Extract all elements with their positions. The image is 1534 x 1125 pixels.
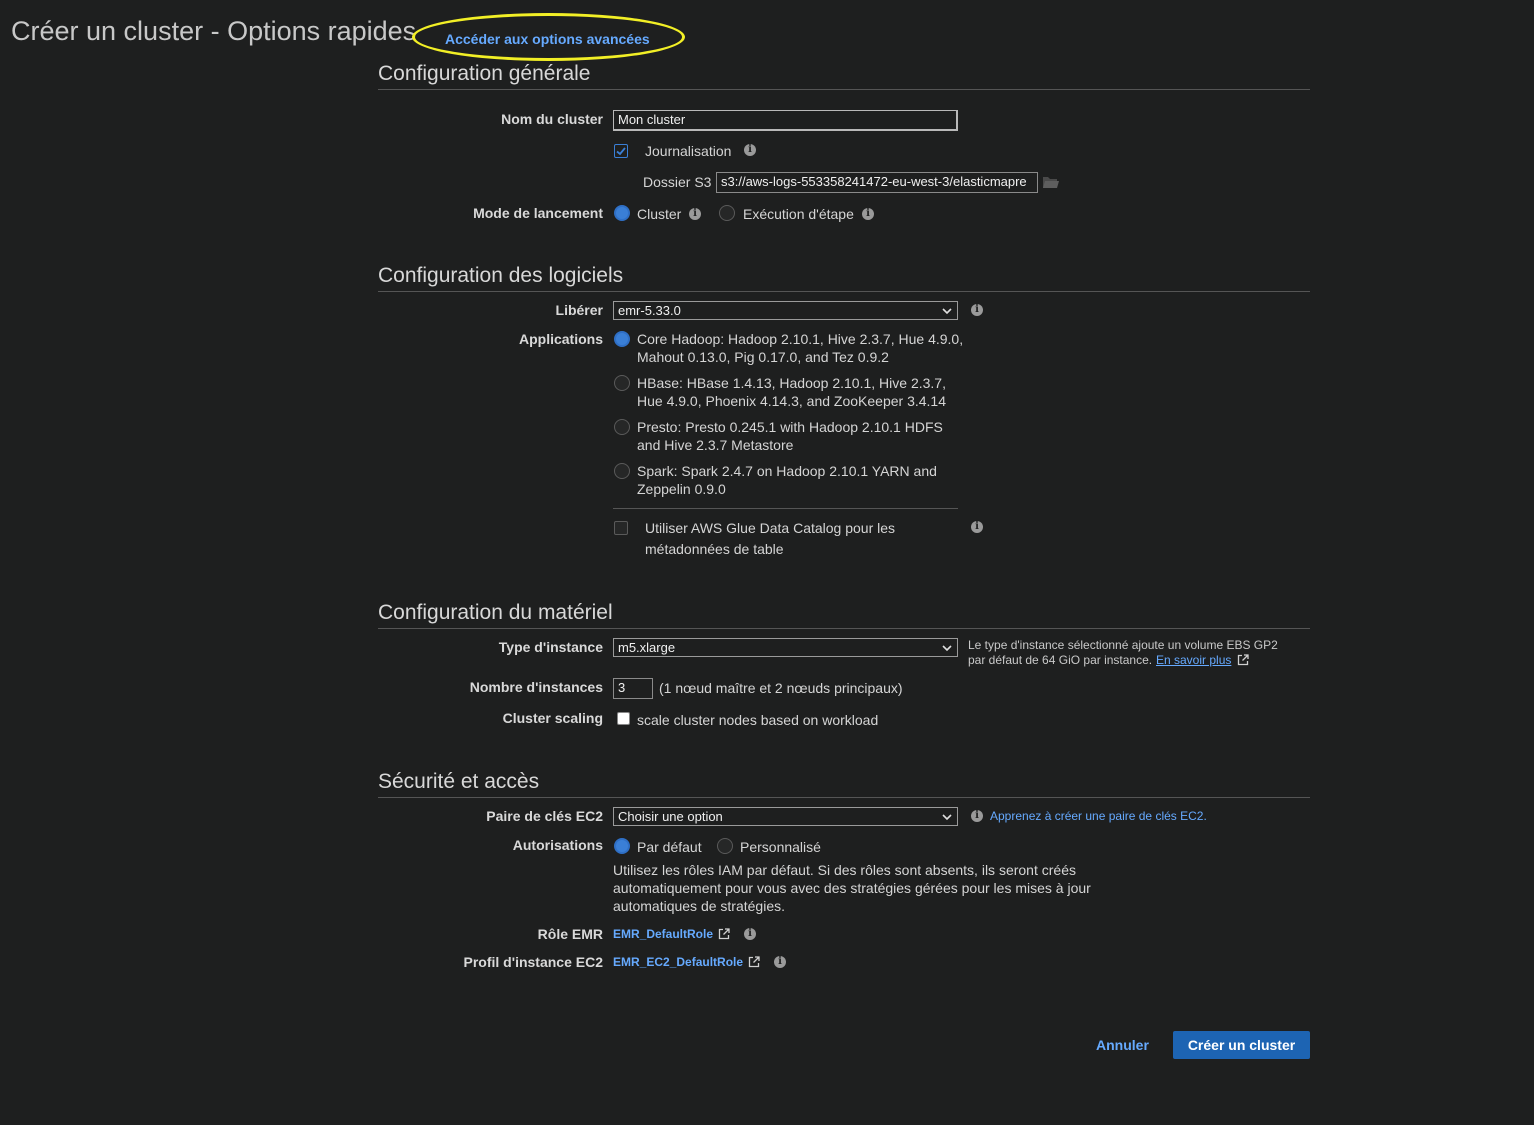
folder-icon[interactable]	[1042, 175, 1060, 189]
glue-catalog-label-line2: métadonnées de table	[645, 541, 784, 557]
logging-label: Journalisation	[645, 143, 732, 159]
app-spark-radio[interactable]	[614, 463, 630, 479]
logging-checkbox[interactable]	[614, 144, 628, 158]
section-title-general: Configuration générale	[378, 62, 591, 85]
permissions-custom-label: Personnalisé	[740, 839, 821, 855]
instance-type-note-line2: par défaut de 64 GiO par instance.	[968, 653, 1153, 667]
glue-catalog-label-line1: Utiliser AWS Glue Data Catalog pour les	[645, 520, 896, 536]
release-label: Libérer	[555, 302, 603, 318]
info-icon[interactable]: i	[862, 208, 874, 220]
learn-more-link[interactable]: En savoir plus	[1156, 653, 1231, 667]
app-presto-label: Presto: Presto 0.245.1 with Hadoop 2.10.…	[637, 419, 943, 453]
permissions-custom-radio[interactable]	[717, 838, 733, 854]
app-core-hadoop-label: Core Hadoop: Hadoop 2.10.1, Hive 2.3.7, …	[637, 331, 964, 365]
launch-mode-step-label: Exécution d'étape	[743, 206, 854, 222]
launch-mode-label: Mode de lancement	[473, 205, 603, 221]
launch-mode-cluster-radio[interactable]	[614, 205, 630, 221]
chevron-down-icon	[942, 308, 952, 315]
info-icon[interactable]: i	[774, 956, 786, 968]
cluster-scaling-option: scale cluster nodes based on workload	[637, 712, 879, 728]
cancel-button[interactable]: Annuler	[1096, 1037, 1149, 1053]
section-title-hardware: Configuration du matériel	[378, 601, 613, 624]
ec2-profile-link[interactable]: EMR_EC2_DefaultRole	[613, 955, 743, 969]
keypair-help-link[interactable]: Apprenez à créer une paire de clés EC2.	[990, 809, 1207, 823]
instance-count-input[interactable]: 3	[613, 678, 653, 699]
app-hbase-radio[interactable]	[614, 375, 630, 391]
section-divider	[378, 628, 1310, 629]
cluster-scaling-checkbox[interactable]	[617, 712, 630, 725]
app-presto-radio[interactable]	[614, 419, 630, 435]
keypair-select-value: Choisir une option	[618, 809, 723, 824]
release-select[interactable]: emr-5.33.0	[613, 301, 958, 320]
info-icon[interactable]: i	[971, 810, 983, 822]
launch-mode-step-radio[interactable]	[719, 205, 735, 221]
permissions-description-line2: automatiquement pour vous avec des strat…	[613, 880, 1091, 896]
emr-role-link[interactable]: EMR_DefaultRole	[613, 927, 713, 941]
permissions-label: Autorisations	[512, 837, 603, 853]
s3-folder-input[interactable]: s3://aws-logs-553358241472-eu-west-3/ela…	[716, 172, 1038, 193]
permissions-default-radio[interactable]	[614, 838, 630, 854]
keypair-select[interactable]: Choisir une option	[613, 807, 958, 826]
glue-catalog-checkbox[interactable]	[614, 521, 628, 535]
cluster-name-input[interactable]: Mon cluster	[613, 110, 958, 131]
chevron-down-icon	[942, 645, 952, 652]
external-link-icon[interactable]	[1237, 654, 1249, 666]
cluster-name-label: Nom du cluster	[501, 111, 603, 127]
app-spark-label: Spark: Spark 2.4.7 on Hadoop 2.10.1 YARN…	[637, 463, 937, 497]
instance-type-note-line1: Le type d'instance sélectionné ajoute un…	[968, 638, 1278, 652]
permissions-description-line1: Utilisez les rôles IAM par défaut. Si de…	[613, 862, 1076, 878]
external-link-icon[interactable]	[748, 956, 760, 968]
cluster-scaling-label: Cluster scaling	[502, 710, 603, 726]
info-icon[interactable]: i	[744, 928, 756, 940]
s3-folder-label: Dossier S3	[643, 174, 712, 190]
release-select-value: emr-5.33.0	[618, 303, 681, 318]
instance-count-label: Nombre d'instances	[469, 679, 603, 695]
advanced-options-link[interactable]: Accéder aux options avancées	[445, 31, 650, 47]
launch-mode-cluster-label: Cluster	[637, 206, 682, 222]
instance-count-note: (1 nœud maître et 2 nœuds principaux)	[659, 680, 903, 696]
permissions-description-line3: automatiques de stratégies.	[613, 898, 785, 914]
checkmark-icon	[616, 147, 626, 156]
permissions-default-label: Par défaut	[637, 839, 702, 855]
ec2-profile-label: Profil d'instance EC2	[463, 954, 603, 970]
info-icon[interactable]: i	[971, 521, 983, 533]
app-hbase-label: HBase: HBase 1.4.13, Hadoop 2.10.1, Hive…	[637, 375, 947, 409]
emr-role-label: Rôle EMR	[537, 926, 603, 942]
app-core-hadoop-radio[interactable]	[614, 331, 630, 347]
external-link-icon[interactable]	[718, 928, 730, 940]
section-title-security: Sécurité et accès	[378, 770, 540, 793]
keypair-label: Paire de clés EC2	[486, 808, 603, 824]
applications-divider	[613, 508, 958, 509]
info-icon[interactable]: i	[689, 208, 701, 220]
page-title: Créer un cluster - Options rapides	[11, 16, 417, 46]
section-divider	[378, 291, 1310, 292]
instance-type-label: Type d'instance	[498, 639, 603, 655]
section-divider	[378, 797, 1310, 798]
info-icon[interactable]: i	[971, 304, 983, 316]
chevron-down-icon	[942, 814, 952, 821]
section-divider	[378, 89, 1310, 90]
info-icon[interactable]: i	[744, 144, 756, 156]
instance-type-select[interactable]: m5.xlarge	[613, 638, 958, 657]
section-title-software: Configuration des logiciels	[378, 264, 624, 287]
instance-type-select-value: m5.xlarge	[618, 640, 676, 655]
create-cluster-button[interactable]: Créer un cluster	[1173, 1031, 1310, 1059]
applications-label: Applications	[518, 331, 603, 347]
